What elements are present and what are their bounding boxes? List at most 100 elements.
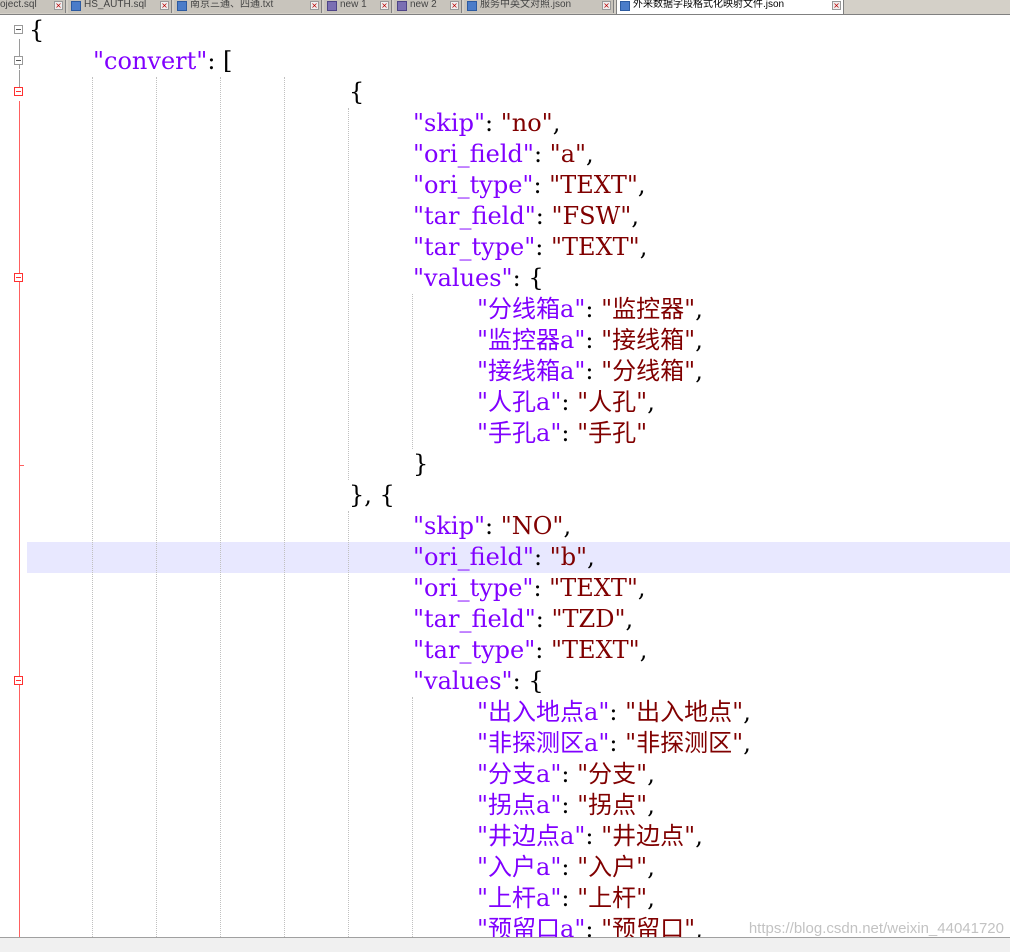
code-line: "监控器a": "接线箱", xyxy=(477,325,703,356)
json-key: "拐点a" xyxy=(477,791,562,819)
close-icon[interactable]: × xyxy=(602,1,611,10)
code-line: } xyxy=(413,449,428,480)
json-value: "井边点" xyxy=(601,822,696,850)
close-icon[interactable]: × xyxy=(832,1,841,10)
code-editor[interactable]: { "convert": [ { "skip": "no", "ori_fiel… xyxy=(0,15,1010,937)
code-punctuation: , xyxy=(695,822,703,850)
code-line: "tar_field": "TZD", xyxy=(413,604,633,635)
json-key: "skip" xyxy=(413,109,485,137)
json-value: "分线箱" xyxy=(601,357,696,385)
code-line: }, { xyxy=(349,480,395,511)
file-icon xyxy=(71,1,81,11)
file-icon xyxy=(467,1,477,11)
code-punctuation: : xyxy=(533,543,550,571)
fold-line xyxy=(19,101,20,937)
json-key: "手孔a" xyxy=(477,419,562,447)
fold-toggle-icon[interactable] xyxy=(14,25,23,34)
code-line: "skip": "no", xyxy=(413,108,560,139)
indent-guide xyxy=(156,77,157,937)
json-key: "监控器a" xyxy=(477,326,586,354)
code-line: "ori_type": "TEXT", xyxy=(413,170,646,201)
tab-label: 外来数据字段格式化映射文件.json xyxy=(633,0,785,10)
json-key: "分线箱a" xyxy=(477,295,586,323)
tab-new-2[interactable]: new 2 × xyxy=(394,0,462,13)
new-file-icon xyxy=(327,1,337,11)
code-punctuation: : xyxy=(561,419,578,447)
close-icon[interactable]: × xyxy=(160,1,169,10)
code-punctuation: , xyxy=(647,791,655,819)
code-line: { xyxy=(29,15,44,46)
json-key: "tar_field" xyxy=(413,202,536,230)
json-key: "ori_type" xyxy=(413,171,534,199)
json-value: "no" xyxy=(500,109,553,137)
tab-label: new 2 xyxy=(410,0,437,10)
fold-toggle-icon[interactable] xyxy=(14,273,23,282)
code-line: "人孔a": "人孔", xyxy=(477,387,655,418)
tab-service-json[interactable]: 服务中英文对照.json × xyxy=(464,0,614,13)
tab-new-1[interactable]: new 1 × xyxy=(324,0,392,13)
code-line: "ori_type": "TEXT", xyxy=(413,573,646,604)
tab-label: 南京三通、四通.txt xyxy=(190,0,274,10)
tab-mapping-json[interactable]: 外来数据字段格式化映射文件.json × xyxy=(616,0,844,14)
code-punctuation: : xyxy=(535,636,551,664)
code-punctuation: : xyxy=(533,140,550,168)
fold-toggle-icon[interactable] xyxy=(14,56,23,65)
json-key: "ori_type" xyxy=(413,574,534,602)
indent-guide xyxy=(284,77,285,937)
code-line: "skip": "NO", xyxy=(413,511,571,542)
json-value: "TEXT" xyxy=(549,574,638,602)
code-punctuation: , xyxy=(563,512,572,540)
fold-margin xyxy=(0,15,26,937)
json-key: "井边点a" xyxy=(477,822,586,850)
json-value: "TEXT" xyxy=(551,233,640,261)
json-key: "tar_type" xyxy=(413,636,536,664)
json-key: "分支a" xyxy=(477,760,562,788)
close-icon[interactable]: × xyxy=(380,1,389,10)
close-icon[interactable]: × xyxy=(310,1,319,10)
json-value: "非探测区" xyxy=(625,729,744,757)
code-punctuation: : { xyxy=(512,667,544,695)
close-icon[interactable]: × xyxy=(54,1,63,10)
code-punctuation: , xyxy=(637,574,646,602)
tab-nanjing-txt[interactable]: 南京三通、四通.txt × xyxy=(174,0,322,13)
json-key: "skip" xyxy=(413,512,485,540)
code-punctuation: , xyxy=(631,202,639,230)
json-value: "FSW" xyxy=(551,202,632,230)
code-punctuation: , xyxy=(695,295,703,323)
json-value: "人孔" xyxy=(577,388,648,416)
tab-object-sql[interactable]: oject.sql × xyxy=(0,0,66,13)
code-punctuation: , xyxy=(586,140,594,168)
indent-guide xyxy=(220,77,221,937)
code-punctuation: , xyxy=(639,233,648,261)
code-punctuation: , xyxy=(587,543,595,571)
code-line: "井边点a": "井边点", xyxy=(477,821,703,852)
json-value: "a" xyxy=(549,140,587,168)
code-line: "分支a": "分支", xyxy=(477,759,655,790)
json-value: "分支" xyxy=(577,760,648,788)
code-line: "tar_type": "TEXT", xyxy=(413,635,647,666)
code-punctuation: } xyxy=(413,450,429,478)
fold-toggle-icon[interactable] xyxy=(14,87,23,96)
code-punctuation: : xyxy=(585,295,602,323)
fold-toggle-icon[interactable] xyxy=(14,676,23,685)
tab-label: new 1 xyxy=(340,0,367,10)
code-punctuation: , xyxy=(743,729,751,757)
json-value: "入户" xyxy=(577,853,648,881)
code-line: "预留口a": "预留口", xyxy=(477,914,703,937)
close-icon[interactable]: × xyxy=(450,1,459,10)
json-key: "人孔a" xyxy=(477,388,562,416)
tab-hs-auth-sql[interactable]: HS_AUTH.sql × xyxy=(68,0,172,13)
json-key: "预留口a" xyxy=(477,915,586,937)
code-punctuation: : xyxy=(535,233,551,261)
json-key: "出入地点a" xyxy=(477,698,610,726)
code-punctuation: : xyxy=(561,760,578,788)
json-key: "入户a" xyxy=(477,853,562,881)
horizontal-scrollbar[interactable] xyxy=(0,937,1010,952)
code-punctuation: , xyxy=(625,605,634,633)
indent-guide xyxy=(412,697,413,937)
code-punctuation: : xyxy=(484,109,501,137)
file-icon xyxy=(620,1,630,11)
tab-label: 服务中英文对照.json xyxy=(480,0,572,10)
code-punctuation: , xyxy=(695,915,703,937)
json-key: "ori_field" xyxy=(413,140,534,168)
